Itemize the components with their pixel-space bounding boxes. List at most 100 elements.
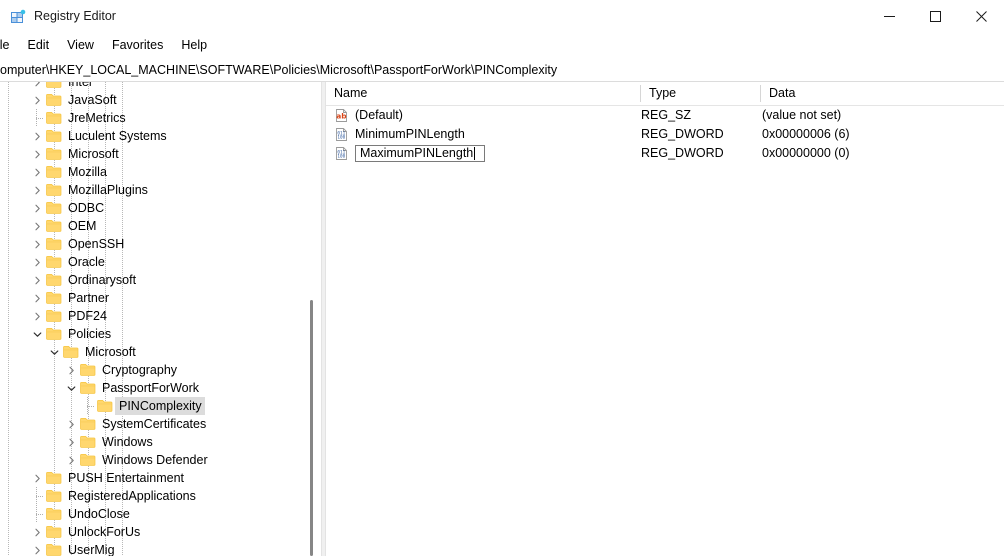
tree-item-label: Windows Defender [102,453,208,467]
chevron-right-icon[interactable] [29,307,45,325]
minimize-button[interactable] [866,0,912,33]
tree-item-label: UserMig [68,543,115,556]
chevron-right-icon[interactable] [29,145,45,163]
dword-value-icon: 011 100 [334,127,350,143]
menu-help[interactable]: Help [172,35,216,57]
address-bar[interactable]: omputer\HKEY_LOCAL_MACHINE\SOFTWARE\Poli… [0,58,1004,82]
tree-item-intel[interactable]: Intel [0,82,312,91]
column-header-type[interactable]: Type [641,82,760,105]
tree-item-undoclose[interactable]: UndoClose [0,505,312,523]
chevron-right-icon[interactable] [29,289,45,307]
folder-icon [79,379,97,397]
tree-item-microsoft[interactable]: Microsoft [0,145,312,163]
chevron-right-icon[interactable] [29,163,45,181]
tree-item-usermig[interactable]: UserMig [0,541,312,556]
chevron-right-icon[interactable] [29,181,45,199]
folder-icon [45,109,63,127]
tree-scrollbar-thumb[interactable] [310,300,313,556]
chevron-right-icon[interactable] [29,199,45,217]
tree-item-oracle[interactable]: Oracle [0,253,312,271]
tree-item-pdf24[interactable]: PDF24 [0,307,312,325]
close-button[interactable] [958,0,1004,33]
tree-item-windows-defender[interactable]: Windows Defender [0,451,312,469]
tree-item-unlockforus[interactable]: UnlockForUs [0,523,312,541]
chevron-right-icon[interactable] [29,91,45,109]
chevron-right-icon[interactable] [29,469,45,487]
tree-item-pincomplexity[interactable]: PINComplexity [0,397,312,415]
chevron-right-icon[interactable] [29,235,45,253]
menu-file[interactable]: ile [0,35,19,57]
tree-vertical-scrollbar[interactable] [306,82,317,556]
tree-item-partner[interactable]: Partner [0,289,312,307]
chevron-right-icon[interactable] [63,361,79,379]
tree-item-mozillaplugins[interactable]: MozillaPlugins [0,181,312,199]
chevron-down-icon[interactable] [46,343,62,361]
tree-item-systemcertificates[interactable]: SystemCertificates [0,415,312,433]
tree-leaf-connector [29,109,45,127]
tree-item-policies[interactable]: Policies [0,325,312,343]
folder-icon [79,451,97,469]
menu-edit[interactable]: Edit [19,35,59,57]
tree-item-openssh[interactable]: OpenSSH [0,235,312,253]
value-data-cell: (value not set) [762,108,842,122]
tree-item-javasoft[interactable]: JavaSoft [0,91,312,109]
value-name-cell[interactable]: 011 100 MinimumPINLength [326,125,465,144]
tree-item-cryptography[interactable]: Cryptography [0,361,312,379]
chevron-right-icon[interactable] [63,433,79,451]
folder-icon [45,199,63,217]
tree-item-windows[interactable]: Windows [0,433,312,451]
chevron-right-icon[interactable] [29,82,45,91]
chevron-right-icon[interactable] [29,541,45,556]
tree-item-ordinarysoft[interactable]: Ordinarysoft [0,271,312,289]
registry-path: omputer\HKEY_LOCAL_MACHINE\SOFTWARE\Poli… [0,62,558,77]
tree-item-label: JavaSoft [68,93,117,107]
chevron-right-icon[interactable] [29,523,45,541]
value-name-text: MinimumPINLength [355,127,465,141]
menu-favorites[interactable]: Favorites [103,35,172,57]
menu-view[interactable]: View [58,35,103,57]
chevron-down-icon[interactable] [29,325,45,343]
column-header-name[interactable]: Name [326,82,640,105]
tree-item-odbc[interactable]: ODBC [0,199,312,217]
chevron-right-icon[interactable] [29,253,45,271]
folder-icon [45,253,63,271]
tree-item-label: OEM [68,219,97,233]
value-rename-input[interactable]: MaximumPINLength [355,145,485,162]
value-type-cell: REG_SZ [641,108,692,122]
chevron-right-icon[interactable] [63,451,79,469]
tree-item-passportforwork[interactable]: PassportForWork [0,379,312,397]
svg-text:100: 100 [337,134,345,140]
chevron-down-icon[interactable] [63,379,79,397]
folder-icon [45,505,63,523]
registry-values-pane: Name Type Data ab (Default) REG_SZ (value n… [326,82,1004,556]
tree-item-label: UndoClose [68,507,130,521]
column-header-data[interactable]: Data [761,82,1004,105]
value-row[interactable]: 011 100 MaximumPINLength REG_DWORD 0x0000000… [326,144,1004,163]
folder-icon [45,487,63,505]
tree-item-jremetrics[interactable]: JreMetrics [0,109,312,127]
tree-item-label: ODBC [68,201,105,215]
value-name-cell[interactable]: ab (Default) [326,106,403,125]
value-row[interactable]: 011 100 MinimumPINLength REG_DWORD 0x0000000… [326,125,1004,144]
tree-item-registeredapplications[interactable]: RegisteredApplications [0,487,312,505]
tree-item-push-entertainment[interactable]: PUSH Entertainment [0,469,312,487]
value-row[interactable]: ab (Default) REG_SZ (value not set) [326,106,1004,125]
maximize-button[interactable] [912,0,958,33]
folder-icon [45,469,63,487]
tree-item-luculent-systems[interactable]: Luculent Systems [0,127,312,145]
tree-item-mozilla[interactable]: Mozilla [0,163,312,181]
tree-item-label: Intel [68,82,92,89]
value-name-cell[interactable]: 011 100 MaximumPINLength [326,144,485,163]
value-type-cell: REG_DWORD [641,146,724,160]
tree-item-oem[interactable]: OEM [0,217,312,235]
chevron-right-icon[interactable] [29,271,45,289]
chevron-right-icon[interactable] [29,217,45,235]
chevron-right-icon[interactable] [29,127,45,145]
chevron-right-icon[interactable] [63,415,79,433]
tree-item-microsoft[interactable]: Microsoft [0,343,312,361]
